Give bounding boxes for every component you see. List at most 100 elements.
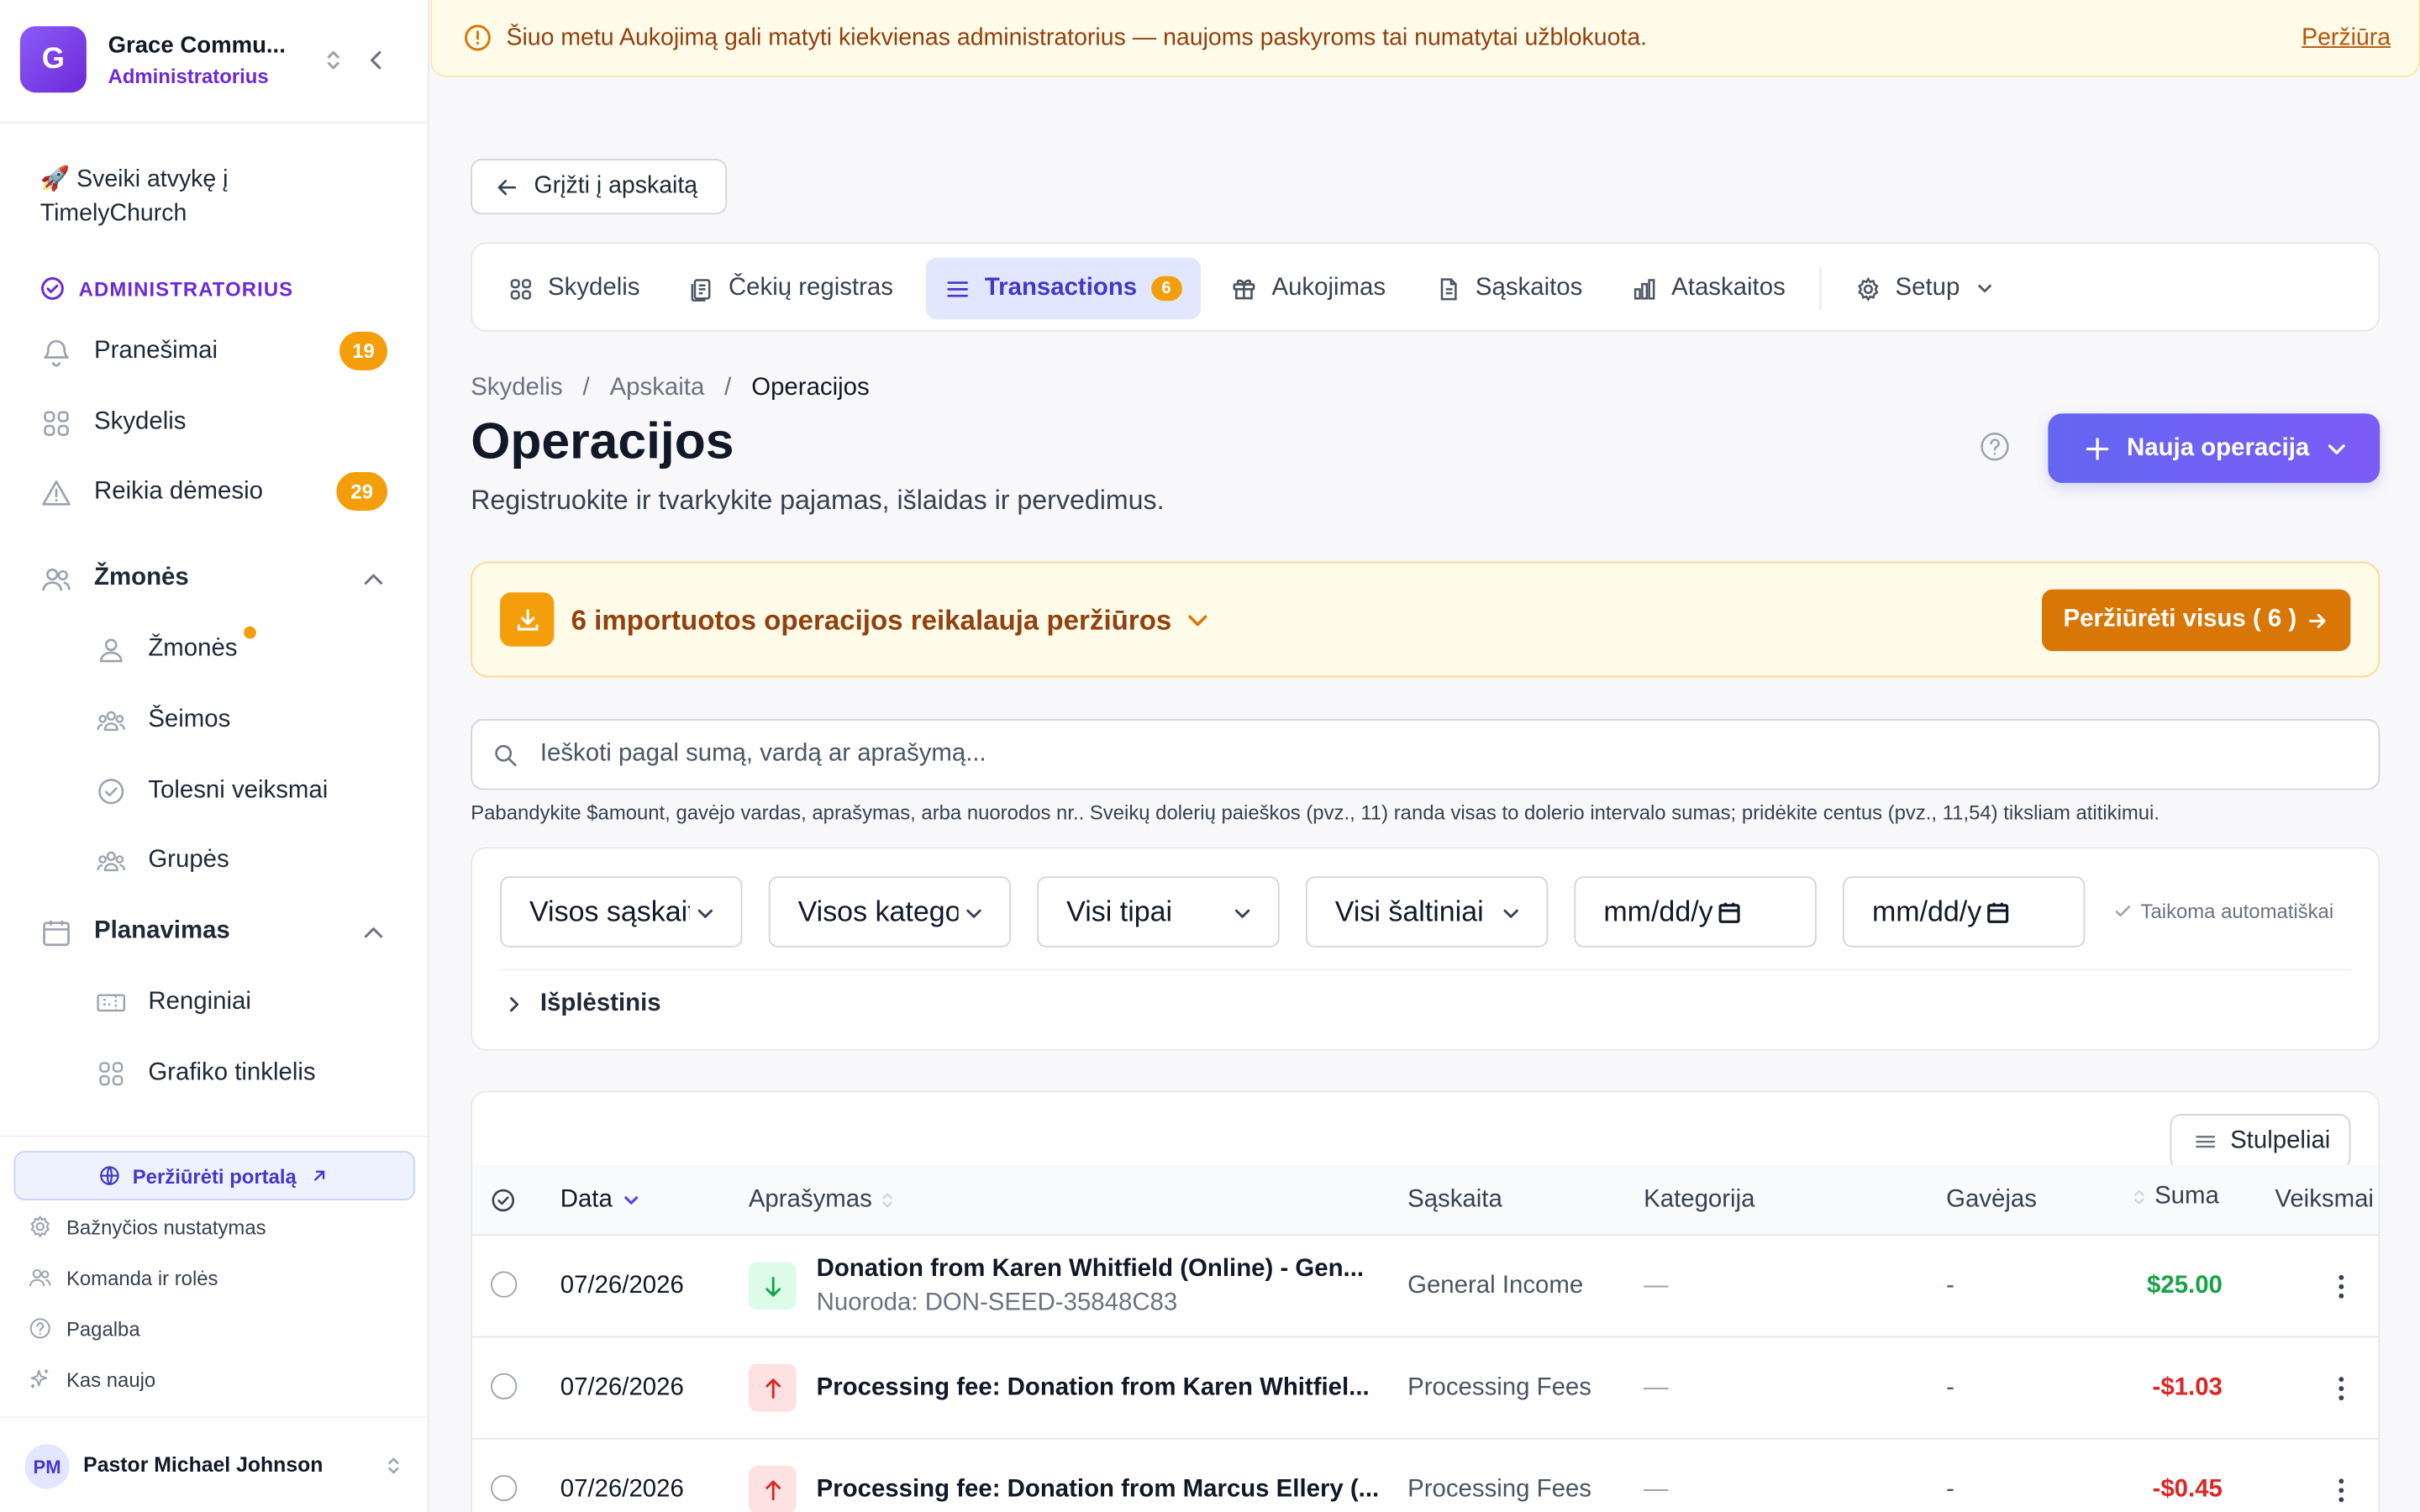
list-icon	[947, 281, 968, 297]
new-transaction-button[interactable]: Nauja operacija	[2048, 413, 2381, 483]
sidebar-item-follow-ups[interactable]: Tolesni veiksmai	[96, 767, 328, 816]
footer-team-roles[interactable]: Komanda ir rolės	[28, 1265, 218, 1289]
sidebar-item-label: Grupės	[148, 847, 229, 874]
footer-church-settings[interactable]: Bažnyčios nustatymas	[28, 1215, 266, 1239]
globe-icon	[99, 1166, 119, 1185]
sidebar-item-needs-attention[interactable]: Reikia dėmesio	[40, 468, 263, 517]
columns-button[interactable]: Stulpeliai	[2170, 1114, 2351, 1170]
sidebar-item-schedule-grid[interactable]: Grafiko tinklelis	[96, 1049, 316, 1099]
row-select-checkbox[interactable]	[491, 1271, 518, 1298]
sidebar-item-label: Grafiko tinklelis	[148, 1059, 316, 1087]
advanced-label: Išplėstinis	[539, 990, 661, 1017]
sidebar-item-label: Šeimos	[148, 706, 231, 733]
column-header-amount[interactable]: Suma	[2132, 1184, 2219, 1211]
footer-whats-new[interactable]: Kas naujo	[28, 1367, 155, 1391]
user-menu[interactable]: PM Pastor Michael Johnson	[0, 1416, 428, 1512]
footer-help[interactable]: Pagalba	[28, 1316, 140, 1341]
chevron-down-icon	[963, 902, 985, 924]
table-row[interactable]: 07/26/2026 Processing fee: Donation from…	[472, 1337, 2379, 1440]
back-to-accounting-button[interactable]: Grįžti į apskaitą	[471, 159, 728, 215]
row-date: 07/26/2026	[560, 1374, 684, 1401]
row-amount: -$1.03	[2152, 1374, 2223, 1401]
review-all-button[interactable]: Peržiūrėti visus ( 6 )	[2042, 589, 2351, 652]
receipt-icon	[691, 278, 711, 301]
notifications-count-badge: 19	[339, 331, 388, 370]
more-vertical-icon[interactable]	[2335, 1477, 2348, 1504]
table-row[interactable]: 07/26/2026 Donation from Karen Whitfield…	[472, 1236, 2379, 1338]
row-description[interactable]: Donation from Karen Whitfield (Online) -…	[817, 1256, 1364, 1284]
sidebar-group-planning[interactable]: Planavimas	[40, 907, 230, 957]
tab-setup[interactable]: Setup	[1837, 258, 2014, 319]
tab-reports[interactable]: Ataskaitos	[1612, 258, 1803, 319]
sidebar-item-label: Pranešimai	[94, 338, 218, 365]
column-header-date[interactable]: Data	[560, 1186, 642, 1214]
category-filter-select[interactable]: Visos kategorijos	[768, 876, 1012, 948]
source-filter-select[interactable]: Visi šaltiniai	[1305, 876, 1549, 948]
sidebar-group-people[interactable]: Žmonės	[40, 554, 189, 603]
column-header-description[interactable]: Aprašymas	[749, 1186, 896, 1214]
gear-icon	[1858, 276, 1879, 301]
grid-icon	[99, 1062, 124, 1086]
view-portal-button[interactable]: Peržiūrėti portalą	[13, 1151, 416, 1200]
review-all-label: Peržiūrėti visus ( 6 )	[2063, 606, 2297, 633]
chevron-down-icon[interactable]	[1184, 606, 1212, 634]
advanced-filters-toggle[interactable]: Išplėstinis	[503, 990, 661, 1018]
more-vertical-icon[interactable]	[2335, 1375, 2348, 1403]
sidebar-item-groups[interactable]: Grupės	[96, 837, 229, 886]
chevron-up-icon[interactable]	[361, 568, 386, 592]
account-filter-select[interactable]: Visos sąskaitos	[500, 876, 743, 948]
banner-review-link[interactable]: Peržiūra	[2302, 24, 2391, 51]
row-payee: -	[1946, 1273, 1954, 1299]
help-icon[interactable]	[1979, 430, 2012, 463]
sidebar-item-people[interactable]: Žmonės	[96, 625, 238, 675]
table-row[interactable]: 07/26/2026 Processing fee: Donation from…	[472, 1440, 2378, 1512]
plus-icon	[2086, 437, 2109, 459]
collapse-sidebar-icon[interactable]	[364, 48, 388, 72]
check-circle-icon	[98, 779, 124, 805]
transactions-table: Stulpeliai Data Aprašymas Sąskaita Kateg…	[471, 1090, 2381, 1512]
admin-section-label: ADMINISTRATORIUS	[78, 276, 294, 301]
chevron-right-icon	[509, 997, 519, 1012]
sort-icon	[882, 1193, 892, 1208]
org-role: Administratorius	[108, 65, 269, 88]
download-icon	[500, 592, 555, 647]
row-description[interactable]: Processing fee: Donation from Marcus Ell…	[817, 1477, 1380, 1504]
breadcrumb-item[interactable]: Skydelis	[471, 375, 562, 402]
sidebar-item-notifications[interactable]: Pranešimai	[40, 327, 218, 376]
sidebar-item-families[interactable]: Šeimos	[96, 696, 230, 745]
more-vertical-icon[interactable]	[2335, 1273, 2348, 1300]
row-select-checkbox[interactable]	[491, 1373, 518, 1399]
row-category: —	[1644, 1273, 1669, 1299]
tab-giving[interactable]: Aukojimas	[1212, 258, 1404, 319]
tab-check-register[interactable]: Čekių registras	[670, 258, 912, 319]
date-from-input[interactable]: mm/dd/y	[1574, 876, 1817, 948]
type-filter-select[interactable]: Visi tipai	[1037, 876, 1280, 948]
tab-accounts[interactable]: Sąskaitos	[1417, 258, 1601, 319]
sidebar-item-events[interactable]: Renginiai	[96, 978, 251, 1027]
org-switcher[interactable]: G Grace Commu... Administratorius	[0, 0, 428, 123]
search-input[interactable]	[539, 732, 2346, 776]
column-header-label: Data	[560, 1186, 613, 1213]
breadcrumb-item[interactable]: Apskaita	[610, 375, 705, 402]
tab-count-badge: 6	[1150, 276, 1182, 302]
date-to-input[interactable]: mm/dd/y	[1843, 876, 2086, 948]
row-description[interactable]: Processing fee: Donation from Karen Whit…	[817, 1375, 1370, 1403]
tab-transactions[interactable]: Transactions 6	[926, 257, 1201, 320]
arrow-right-icon	[2309, 612, 2326, 627]
sidebar-item-dashboard[interactable]: Skydelis	[40, 398, 186, 448]
chevron-updown-icon[interactable]	[321, 48, 345, 72]
import-review-message: 6 importuotos operacijos reikalauja perž…	[571, 605, 1172, 636]
column-header-label: Suma	[2154, 1183, 2219, 1210]
select-value: Visi šaltiniai	[1334, 895, 1484, 927]
footer-item-label: Pagalba	[66, 1316, 140, 1341]
chevron-updown-icon[interactable]	[383, 1455, 405, 1477]
row-account: Processing Fees	[1407, 1374, 1591, 1401]
select-all-checkbox[interactable]	[491, 1188, 515, 1212]
row-select-checkbox[interactable]	[491, 1474, 518, 1502]
welcome-message[interactable]: 🚀 Sveiki atvykę į TimelyChurch	[40, 164, 380, 232]
sidebar-divider	[0, 1135, 428, 1137]
accounting-tabs: Skydelis Čekių registras Transactions 6 …	[471, 242, 2381, 332]
arrow-down-icon	[748, 1262, 797, 1310]
tab-dashboard[interactable]: Skydelis	[489, 258, 658, 319]
chevron-up-icon[interactable]	[361, 921, 386, 946]
